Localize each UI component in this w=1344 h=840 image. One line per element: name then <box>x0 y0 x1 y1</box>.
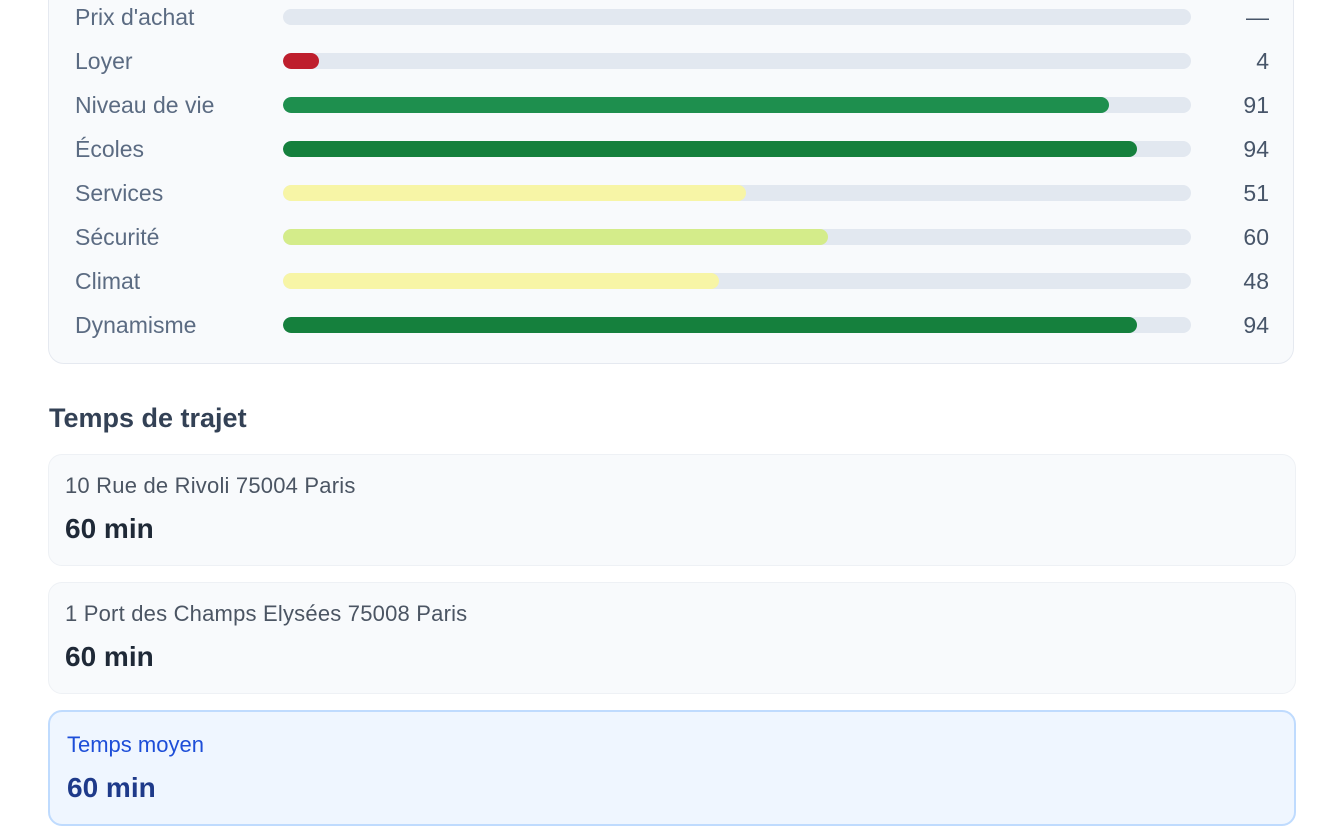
score-track <box>283 229 1191 245</box>
score-row-climat: Climat 48 <box>49 266 1293 296</box>
score-fill <box>283 185 747 201</box>
average-travel-card: Temps moyen 60 min <box>48 710 1296 826</box>
travel-time: 60 min <box>65 641 154 672</box>
score-row-securite: Sécurité 60 <box>49 222 1293 252</box>
score-value: 91 <box>1243 92 1269 118</box>
score-track <box>283 317 1191 333</box>
score-fill <box>283 97 1110 113</box>
score-track <box>283 97 1191 113</box>
scores-card: Prix d'achat — Loyer 4 Niveau de vie 91 … <box>48 0 1294 364</box>
score-track <box>283 185 1191 201</box>
score-fill <box>283 229 828 245</box>
score-label: Climat <box>75 268 141 294</box>
travel-section-title: Temps de trajet <box>49 403 247 433</box>
travel-card: 10 Rue de Rivoli 75004 Paris 60 min <box>48 454 1296 566</box>
score-row-niveau-de-vie: Niveau de vie 91 <box>49 90 1293 120</box>
score-value: 4 <box>1256 48 1269 74</box>
score-row-prix-achat: Prix d'achat — <box>49 2 1293 32</box>
score-track <box>283 9 1191 25</box>
score-label: Prix d'achat <box>75 4 195 30</box>
score-label: Niveau de vie <box>75 92 215 118</box>
travel-card: 1 Port des Champs Elysées 75008 Paris 60… <box>48 582 1296 694</box>
score-label: Sécurité <box>75 224 160 250</box>
score-fill <box>283 141 1137 157</box>
score-fill <box>283 273 719 289</box>
score-value: 51 <box>1243 180 1269 206</box>
score-value: 94 <box>1243 136 1269 162</box>
score-track <box>283 141 1191 157</box>
score-value: 94 <box>1243 312 1269 338</box>
score-track <box>283 53 1191 69</box>
score-fill <box>283 53 320 69</box>
score-label: Dynamisme <box>75 312 197 338</box>
score-row-loyer: Loyer 4 <box>49 46 1293 76</box>
score-fill <box>283 317 1137 333</box>
travel-time: 60 min <box>65 513 154 544</box>
score-label: Écoles <box>75 136 145 162</box>
average-travel-label: Temps moyen <box>67 732 204 757</box>
score-label: Services <box>75 180 164 206</box>
score-row-ecoles: Écoles 94 <box>49 134 1293 164</box>
score-label: Loyer <box>75 48 133 74</box>
score-row-dynamisme: Dynamisme 94 <box>49 310 1293 340</box>
score-row-services: Services 51 <box>49 178 1293 208</box>
travel-address: 1 Port des Champs Elysées 75008 Paris <box>65 601 468 626</box>
score-value: — <box>1246 4 1269 30</box>
average-travel-time: 60 min <box>67 772 156 803</box>
score-track <box>283 273 1191 289</box>
travel-address: 10 Rue de Rivoli 75004 Paris <box>65 473 356 498</box>
score-value: 60 <box>1243 224 1269 250</box>
score-value: 48 <box>1243 268 1269 294</box>
